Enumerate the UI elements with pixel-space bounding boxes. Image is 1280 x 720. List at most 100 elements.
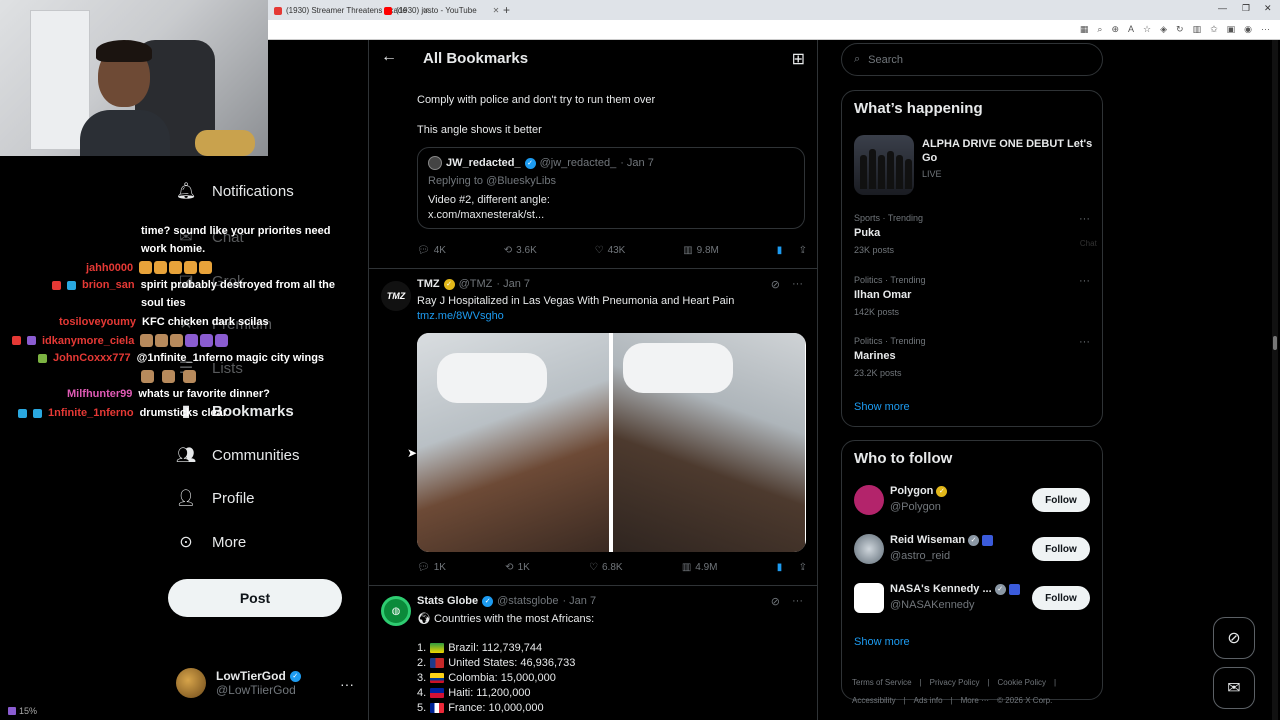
views-button[interactable]: ▥ 9.8M — [683, 245, 719, 256]
new-tab-icon[interactable]: + — [503, 3, 510, 17]
footer-link[interactable]: More ··· — [961, 696, 989, 705]
bookmark-filled-icon[interactable]: ▮ — [777, 562, 783, 573]
share-icon[interactable]: ⇪ — [799, 562, 807, 573]
follow-button[interactable]: Follow — [1032, 488, 1090, 512]
chat-username: idkanymore_ciela — [42, 334, 135, 347]
close-window-icon[interactable]: ✕ — [1264, 3, 1272, 14]
show-more-link[interactable]: Show more — [854, 636, 910, 648]
nasa-avatar[interactable] — [854, 583, 884, 613]
messages-fab-icon[interactable]: ✉ — [1213, 667, 1255, 709]
quoted-link[interactable]: x.com/maxnesterak/st... — [428, 208, 794, 223]
nav-label: Profile — [212, 489, 255, 507]
read-aloud-icon[interactable]: A — [1128, 24, 1134, 35]
trend-more-icon[interactable]: ··· — [1079, 275, 1090, 287]
polygon-avatar[interactable] — [854, 485, 884, 515]
views-button[interactable]: ▥ 4.9M — [682, 562, 718, 573]
grid-icon[interactable]: ▦ — [1080, 24, 1089, 35]
repost-button[interactable]: ⟲ 1K — [505, 562, 530, 573]
nav-profile[interactable]: 👤︎ Profile — [176, 488, 255, 508]
trend-more-icon[interactable]: ··· — [1079, 213, 1090, 225]
tweet-media[interactable] — [417, 333, 806, 552]
nav-notifications[interactable]: 🔔︎ Notifications — [176, 181, 294, 201]
page-title: All Bookmarks — [423, 50, 529, 67]
more-icon[interactable]: ··· — [792, 595, 803, 608]
footer-link[interactable]: Accessibility — [852, 696, 896, 705]
chat-badge-icon — [67, 280, 76, 290]
tweet-link[interactable]: tmz.me/8WVsgho — [417, 310, 504, 322]
extension-icon[interactable]: ◈ — [1160, 24, 1167, 35]
trend-more-icon[interactable]: ··· — [1079, 336, 1090, 348]
zoom-icon[interactable]: ⌕ — [1097, 24, 1102, 35]
share-icon[interactable]: ⇪ — [799, 245, 807, 256]
chat-badge-icon — [12, 336, 21, 345]
footer-link[interactable]: Terms of Service — [852, 678, 912, 687]
footer-link[interactable]: Ads info — [914, 696, 943, 705]
collections-icon[interactable]: ▣ — [1227, 24, 1236, 35]
footer-link[interactable]: Cookie Policy — [998, 678, 1046, 687]
like-button[interactable]: ♡ 6.8K — [589, 562, 623, 573]
account-switcher[interactable]: LowTierGod ✓ @LowTiierGod — [176, 668, 301, 698]
bookmark-folder-icon[interactable]: ⊞ — [792, 49, 805, 69]
nav-label: Notifications — [212, 182, 294, 200]
close-tab-icon[interactable]: ✕ — [493, 6, 500, 15]
action-group: ▮ ⇪ — [777, 562, 807, 573]
tweet-text: Comply with police and don't try to run … — [417, 94, 656, 106]
repost-count: 3.6K — [516, 245, 537, 256]
search-input[interactable]: ⌕ Search — [841, 43, 1103, 76]
repost-button[interactable]: ⟲ 3.6K — [504, 245, 537, 256]
maximize-icon[interactable]: ❐ — [1242, 3, 1250, 14]
follow-name[interactable]: Reid Wiseman — [890, 534, 965, 546]
follow-button[interactable]: Follow — [1032, 537, 1090, 561]
zoom-in-icon[interactable]: ⊕ — [1111, 24, 1119, 35]
browser-tab[interactable]: (1930) justo - YouTube ✕ — [378, 3, 505, 18]
post-button[interactable]: Post — [168, 579, 342, 617]
grok-icon[interactable]: ⊘ — [771, 595, 780, 608]
quoted-tweet[interactable]: JW_redacted_ ✓ @jw_redacted_ · Jan 7 Rep… — [417, 147, 805, 229]
communities-icon: 👥︎ — [175, 447, 197, 464]
back-arrow-icon[interactable]: ← — [381, 48, 397, 66]
quoted-tweet-header: JW_redacted_ ✓ @jw_redacted_ · Jan 7 — [428, 156, 794, 170]
chat-message: soul ties — [141, 297, 186, 309]
split-icon[interactable]: ▥ — [1193, 24, 1202, 35]
reply-button[interactable]: 💬︎ 4K — [417, 245, 446, 256]
list-text: Brazil: 112,739,744 — [448, 642, 543, 654]
profile-icon[interactable]: ◉ — [1244, 24, 1252, 35]
grok-fab-icon[interactable]: ⊘ — [1213, 617, 1255, 659]
scrollbar[interactable] — [1272, 40, 1278, 720]
footer-link[interactable]: Privacy Policy — [930, 678, 980, 687]
nav-communities[interactable]: 👥︎ Communities — [176, 445, 300, 465]
follow-name[interactable]: NASA's Kennedy ... — [890, 583, 992, 595]
more-icon[interactable]: ··· — [792, 278, 803, 291]
reply-button[interactable]: 💬︎ 1K — [417, 562, 446, 573]
webcam-plush — [195, 130, 255, 156]
author-name[interactable]: Stats Globe — [417, 595, 478, 607]
bookmark-filled-icon[interactable]: ▮ — [777, 245, 783, 256]
show-more-link[interactable]: Show more — [854, 401, 910, 413]
webcam-overlay — [0, 0, 268, 156]
favorites-icon[interactable]: ✩ — [1210, 24, 1218, 35]
account-more-icon[interactable]: ··· — [340, 676, 354, 692]
like-button[interactable]: ♡ 43K — [595, 245, 626, 256]
trend-name[interactable]: Marines — [854, 350, 896, 362]
refresh-icon[interactable]: ↻ — [1176, 24, 1184, 35]
nav-more[interactable]: ⊙ More — [176, 532, 246, 552]
trend-name[interactable]: Puka — [854, 227, 880, 239]
author-name[interactable]: TMZ — [417, 278, 440, 290]
stats-globe-avatar[interactable]: ◍ — [381, 596, 411, 626]
footer-separator: | — [919, 678, 922, 687]
verified-icon: ✓ — [524, 157, 536, 169]
trend-image[interactable] — [854, 135, 914, 195]
menu-icon[interactable]: ··· — [1261, 24, 1270, 35]
minimize-icon[interactable]: — — [1218, 3, 1227, 13]
list-text: Haiti: 11,200,000 — [448, 687, 531, 699]
follow-button[interactable]: Follow — [1032, 586, 1090, 610]
avatar[interactable]: TMZ — [381, 281, 411, 311]
scrollbar-thumb[interactable] — [1273, 336, 1277, 350]
grok-icon[interactable]: ⊘ — [771, 278, 780, 291]
live-trend-title[interactable]: ALPHA DRIVE ONE DEBUT Let's Go — [922, 137, 1097, 165]
trend-name[interactable]: Ilhan Omar — [854, 289, 911, 301]
reid-wiseman-avatar[interactable] — [854, 534, 884, 564]
verified-gray-icon: ✓ — [994, 583, 1006, 595]
follow-name[interactable]: Polygon — [890, 485, 933, 497]
star-icon[interactable]: ☆ — [1143, 24, 1151, 35]
